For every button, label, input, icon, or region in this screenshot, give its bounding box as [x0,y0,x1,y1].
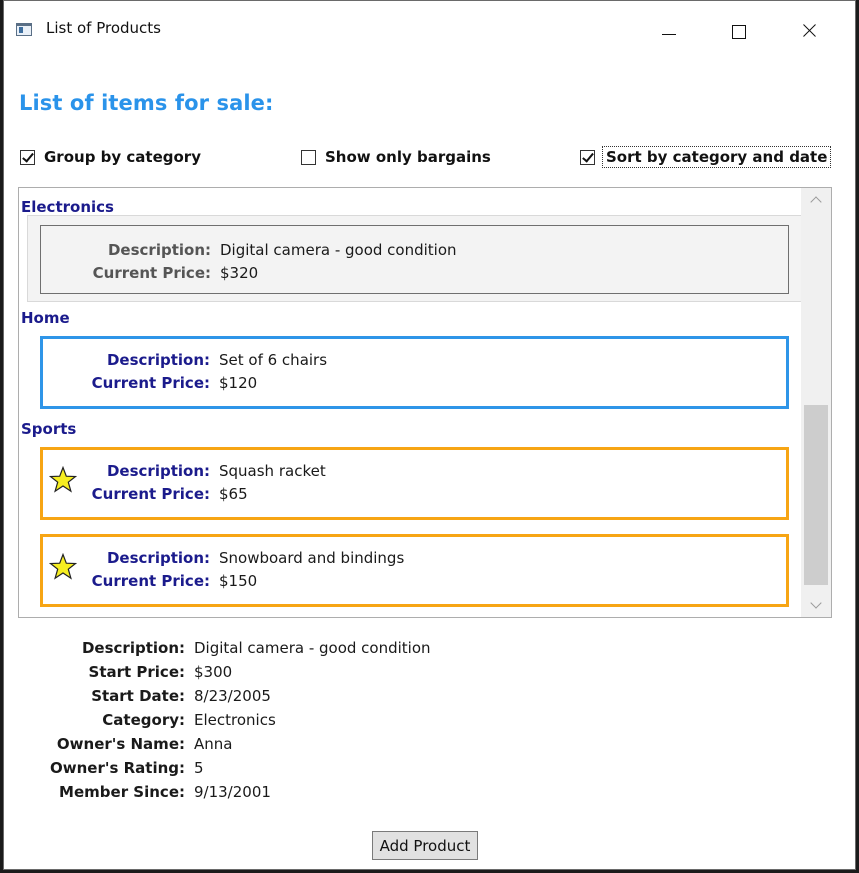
description-label: Description: [106,462,210,480]
close-button[interactable] [786,13,832,49]
item-description: Set of 6 chairs [219,351,328,369]
scroll-up-arrow-icon[interactable] [801,188,831,212]
sort-by-category-date-checkbox[interactable]: Sort by category and date [580,146,832,168]
current-price-label: Current Price: [92,264,211,282]
window: List of Products List of items for sale:… [3,0,856,870]
detail-value: Electronics [194,711,276,729]
sort-by-category-date-label[interactable]: Sort by category and date [601,146,832,168]
detail-label: Start Price: [88,663,185,681]
product-list[interactable]: Electronics Description: Current Price: … [18,187,832,618]
detail-label: Category: [102,711,185,729]
item-price: $150 [219,572,258,590]
window-title: List of Products [46,19,161,37]
group-by-category-checkbox[interactable]: Group by category [20,146,201,168]
group-header-home: Home [21,309,70,327]
current-price-label: Current Price: [91,485,210,503]
app-icon [16,23,32,36]
detail-value: Anna [194,735,233,753]
checkbox-box[interactable] [580,149,595,165]
detail-label: Start Date: [91,687,185,705]
detail-value: $300 [194,663,233,681]
group-header-sports: Sports [21,420,77,438]
item-description: Snowboard and bindings [219,549,405,567]
current-price-label: Current Price: [91,374,210,392]
page-heading: List of items for sale: [19,91,274,115]
checkbox-box[interactable] [20,149,35,165]
minimize-button[interactable] [646,13,692,49]
list-item[interactable]: Description: Current Price: Snowboard an… [40,534,789,607]
item-price: $120 [219,374,258,392]
detail-value: 9/13/2001 [194,783,271,801]
list-item[interactable]: Description: Current Price: Set of 6 cha… [40,336,789,409]
current-price-label: Current Price: [91,572,210,590]
detail-label: Member Since: [59,783,185,801]
list-item[interactable]: Description: Current Price: Squash racke… [40,447,789,520]
title-bar[interactable]: List of Products [4,1,855,61]
detail-value: 5 [194,759,204,777]
description-label: Description: [106,351,210,369]
scroll-down-arrow-icon[interactable] [801,593,831,617]
checkbox-box[interactable] [301,149,316,165]
detail-value: 8/23/2005 [194,687,271,705]
detail-label: Description: [81,639,185,657]
detail-label: Owner's Name: [56,735,185,753]
item-description: Digital camera - good condition [220,241,457,259]
maximize-button[interactable] [716,13,762,49]
detail-label: Owner's Rating: [50,759,185,777]
add-product-button[interactable]: Add Product [372,831,478,860]
list-item[interactable]: Description: Current Price: Digital came… [40,225,789,294]
item-price: $320 [220,264,259,282]
scrollbar-thumb[interactable] [804,405,828,585]
show-only-bargains-checkbox[interactable]: Show only bargains [301,146,491,168]
group-header-electronics: Electronics [21,198,114,216]
group-by-category-label[interactable]: Group by category [44,148,201,166]
vertical-scrollbar[interactable] [801,188,831,617]
description-label: Description: [106,549,210,567]
item-price: $65 [219,485,248,503]
item-description: Squash racket [219,462,326,480]
description-label: Description: [107,241,211,259]
show-only-bargains-label[interactable]: Show only bargains [325,148,491,166]
detail-value: Digital camera - good condition [194,639,431,657]
